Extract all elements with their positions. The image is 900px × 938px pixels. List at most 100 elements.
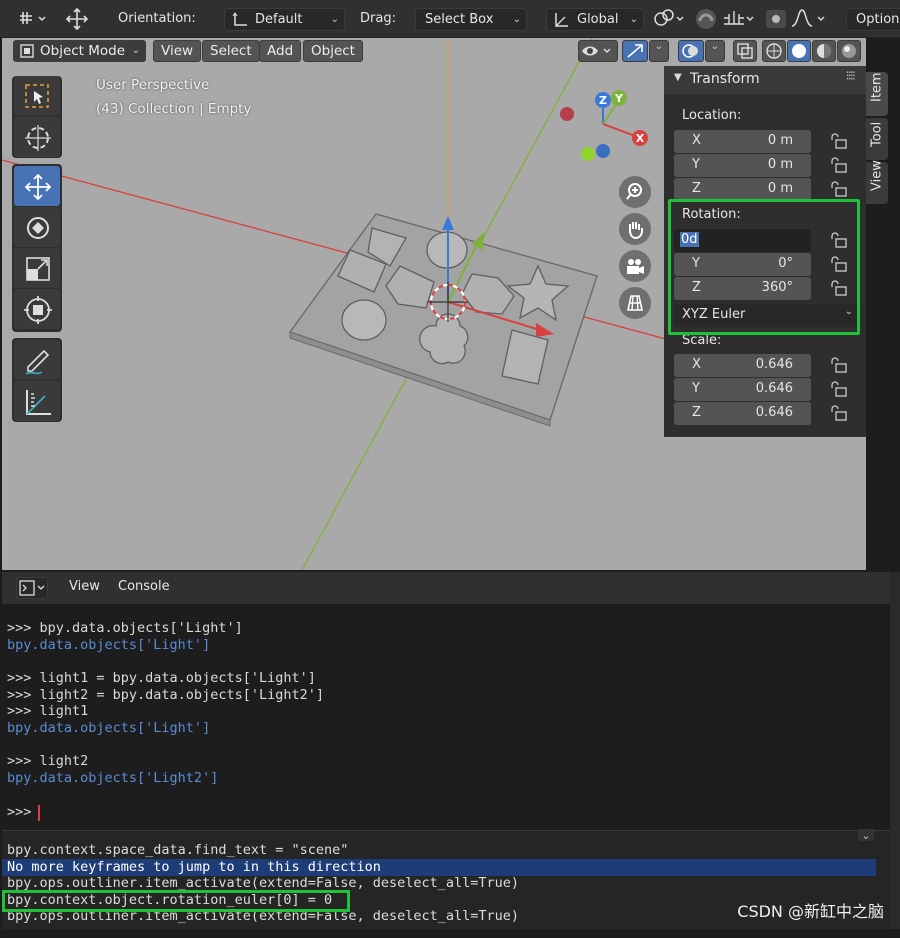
menu-add[interactable]: Add <box>259 40 302 62</box>
scale-z-field[interactable]: Z 0.646 <box>674 402 811 425</box>
move-gizmo-button[interactable] <box>60 6 94 32</box>
visibility-eye-icon <box>582 46 611 56</box>
axis-label: Z <box>692 181 701 196</box>
options-dropdown[interactable]: Options <box>846 8 900 31</box>
nav-neg-x-ball[interactable] <box>560 107 574 121</box>
snap-toggle[interactable] <box>692 6 720 32</box>
lock-icon[interactable] <box>829 380 849 398</box>
transform-tool[interactable] <box>14 289 60 329</box>
select-box-tool[interactable] <box>14 76 60 116</box>
log-line[interactable]: bpy.context.space_data.find_text = "scen… <box>7 842 348 858</box>
overlay-dropdown[interactable]: ⌄ <box>705 40 725 62</box>
lock-icon[interactable] <box>829 156 849 174</box>
gizmo-dropdown[interactable]: ⌄ <box>649 40 669 62</box>
sidebar-tabs: Item Tool View <box>866 66 888 236</box>
console-line: >>> light2 = bpy.data.objects['Light2'] <box>7 687 324 703</box>
lock-icon[interactable] <box>829 404 849 422</box>
rendered-shading-button[interactable] <box>837 40 861 62</box>
ortho-toggle-button[interactable] <box>619 287 651 319</box>
chevron-down-icon: ⌄ <box>330 14 339 25</box>
nav-y-label: Y <box>614 92 624 105</box>
console-menu-console[interactable]: Console <box>118 579 170 594</box>
solid-shading-button[interactable] <box>787 40 811 62</box>
transform-space-value: Global <box>577 12 619 27</box>
scale-y-value: 0.646 <box>755 381 793 396</box>
console-prompt[interactable]: >>> <box>7 804 40 820</box>
drag-dropdown[interactable]: Select Box ⌄ <box>415 8 527 31</box>
transform-gizmo-dropdown[interactable] <box>16 6 50 32</box>
log-line[interactable]: No more keyframes to jump to in this dir… <box>7 859 381 875</box>
pan-button[interactable] <box>619 213 651 245</box>
lock-icon[interactable] <box>829 132 849 150</box>
object-mode-label: Object Mode <box>40 43 126 59</box>
drag-handle-icon[interactable]: ⁝⁝⁝⁝ <box>845 69 855 84</box>
pencil-icon <box>25 349 50 375</box>
grid-ortho-icon <box>627 295 643 311</box>
console-header: View Console <box>2 572 890 604</box>
wireframe-shading-button[interactable] <box>762 40 786 62</box>
lock-icon[interactable] <box>829 356 849 374</box>
scale-label: Scale: <box>682 333 722 348</box>
rotate-tool[interactable] <box>14 207 60 247</box>
transform-panel-header[interactable]: ▼ Transform ⁝⁝⁝⁝ <box>664 66 866 94</box>
editor-type-dropdown[interactable] <box>16 577 48 599</box>
annotate-tool[interactable] <box>14 340 60 380</box>
location-label: Location: <box>682 108 742 123</box>
move-tool[interactable] <box>14 166 60 206</box>
orientation-dropdown[interactable]: Default ⌄ <box>224 8 345 31</box>
location-y-field[interactable]: Y 0 m <box>674 154 811 177</box>
log-line-highlight-box <box>2 890 350 912</box>
tab-tool[interactable]: Tool <box>866 118 888 160</box>
move-arrows-icon <box>65 7 89 31</box>
console-line: bpy.data.objects['Light'] <box>7 720 211 736</box>
overlay-icon <box>682 44 698 58</box>
snap-target-dropdown[interactable] <box>720 6 758 32</box>
toolbar-group-select <box>12 76 62 158</box>
lock-icon[interactable] <box>829 180 849 198</box>
log-line[interactable]: bpy.ops.outliner.item_activate(extend=Fa… <box>7 875 519 891</box>
tab-view[interactable]: View <box>866 160 888 204</box>
nav-neg-y-ball[interactable] <box>581 147 595 161</box>
object-mode-icon <box>20 44 34 58</box>
location-x-field[interactable]: X 0 m <box>674 130 811 153</box>
visibility-dropdown[interactable] <box>578 40 618 62</box>
chevron-down-icon: ⌄ <box>629 14 638 25</box>
orientation-value: Default <box>255 12 303 27</box>
nav-neg-z-ball[interactable] <box>596 144 610 158</box>
chevron-down-icon: ⌄ <box>710 41 719 52</box>
menu-object[interactable]: Object <box>303 40 363 62</box>
tab-tool-label: Tool <box>869 121 885 147</box>
console-line: >>> light1 <box>7 703 89 719</box>
cursor-tool[interactable] <box>14 117 60 157</box>
tab-item[interactable]: Item <box>866 72 888 116</box>
chevron-down-icon[interactable]: ⌄ <box>858 829 874 842</box>
scale-y-field[interactable]: Y 0.646 <box>674 378 811 401</box>
chevron-down-icon: ⌄ <box>131 45 140 56</box>
axis-icon <box>232 12 247 26</box>
drag-value: Select Box <box>425 12 494 27</box>
xray-icon <box>737 43 753 59</box>
zoom-button[interactable] <box>619 176 651 208</box>
axis-label: X <box>692 133 701 148</box>
gizmo-toggle[interactable] <box>622 40 648 62</box>
collection-text: (43) Collection | Empty <box>96 101 252 117</box>
console-menu-view[interactable]: View <box>69 579 100 594</box>
nav-x-label: X <box>636 132 645 145</box>
overlay-toggle[interactable] <box>678 40 704 62</box>
move-arrows-icon <box>24 173 52 201</box>
pivot-dropdown[interactable] <box>650 6 688 32</box>
material-shading-button[interactable] <box>812 40 836 62</box>
proportional-editing-toggle[interactable] <box>764 6 788 32</box>
menu-view[interactable]: View <box>153 40 202 62</box>
location-z-field[interactable]: Z 0 m <box>674 178 811 201</box>
scale-x-field[interactable]: X 0.646 <box>674 354 811 377</box>
scale-tool[interactable] <box>14 248 60 288</box>
camera-view-button[interactable] <box>619 250 651 282</box>
object-mode-dropdown[interactable]: Object Mode ⌄ <box>13 40 146 62</box>
menu-select[interactable]: Select <box>202 40 260 62</box>
transform-space-dropdown[interactable]: Global ⌄ <box>546 8 644 31</box>
measure-tool[interactable] <box>14 381 60 421</box>
falloff-curve-icon <box>791 9 825 27</box>
xray-toggle[interactable] <box>733 40 757 62</box>
falloff-dropdown[interactable] <box>790 6 828 32</box>
